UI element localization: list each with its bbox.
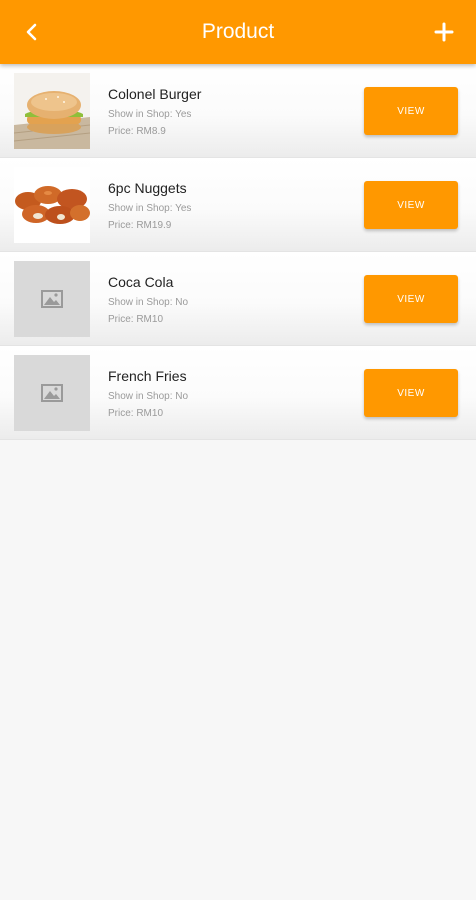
- product-thumbnail: [14, 73, 90, 149]
- product-row: Coca Cola Show in Shop: No Price: RM10 V…: [0, 252, 476, 346]
- plus-icon: [434, 22, 454, 42]
- view-button[interactable]: VIEW: [364, 369, 458, 417]
- product-list: Colonel Burger Show in Shop: Yes Price: …: [0, 64, 476, 440]
- show-in-shop-status: Show in Shop: No: [108, 297, 189, 308]
- product-name: 6pc Nuggets: [108, 180, 187, 196]
- product-row: French Fries Show in Shop: No Price: RM1…: [0, 346, 476, 440]
- view-button[interactable]: VIEW: [364, 181, 458, 229]
- product-thumbnail: [14, 261, 90, 337]
- product-name: Coca Cola: [108, 274, 174, 290]
- chevron-left-icon: [26, 23, 37, 41]
- view-button[interactable]: VIEW: [364, 275, 458, 323]
- back-button[interactable]: [14, 14, 50, 50]
- product-name: French Fries: [108, 368, 187, 384]
- product-name: Colonel Burger: [108, 86, 202, 102]
- page-title: Product: [201, 20, 275, 43]
- product-row: 6pc Nuggets Show in Shop: Yes Price: RM1…: [0, 158, 476, 252]
- product-price: Price: RM10: [108, 408, 164, 419]
- show-in-shop-status: Show in Shop: Yes: [108, 109, 192, 120]
- image-placeholder-icon: [41, 290, 63, 308]
- view-button[interactable]: VIEW: [364, 87, 458, 135]
- add-product-button[interactable]: [426, 14, 462, 50]
- burger-photo: [14, 73, 90, 149]
- product-row: Colonel Burger Show in Shop: Yes Price: …: [0, 64, 476, 158]
- product-price: Price: RM10: [108, 314, 164, 325]
- show-in-shop-status: Show in Shop: Yes: [108, 203, 192, 214]
- product-thumbnail: [14, 167, 90, 243]
- show-in-shop-status: Show in Shop: No: [108, 391, 189, 402]
- image-placeholder-icon: [41, 384, 63, 402]
- app-bar: Product: [0, 0, 476, 64]
- product-price: Price: RM8.9: [108, 126, 166, 137]
- nuggets-photo: [14, 167, 90, 243]
- product-thumbnail: [14, 355, 90, 431]
- product-price: Price: RM19.9: [108, 220, 172, 231]
